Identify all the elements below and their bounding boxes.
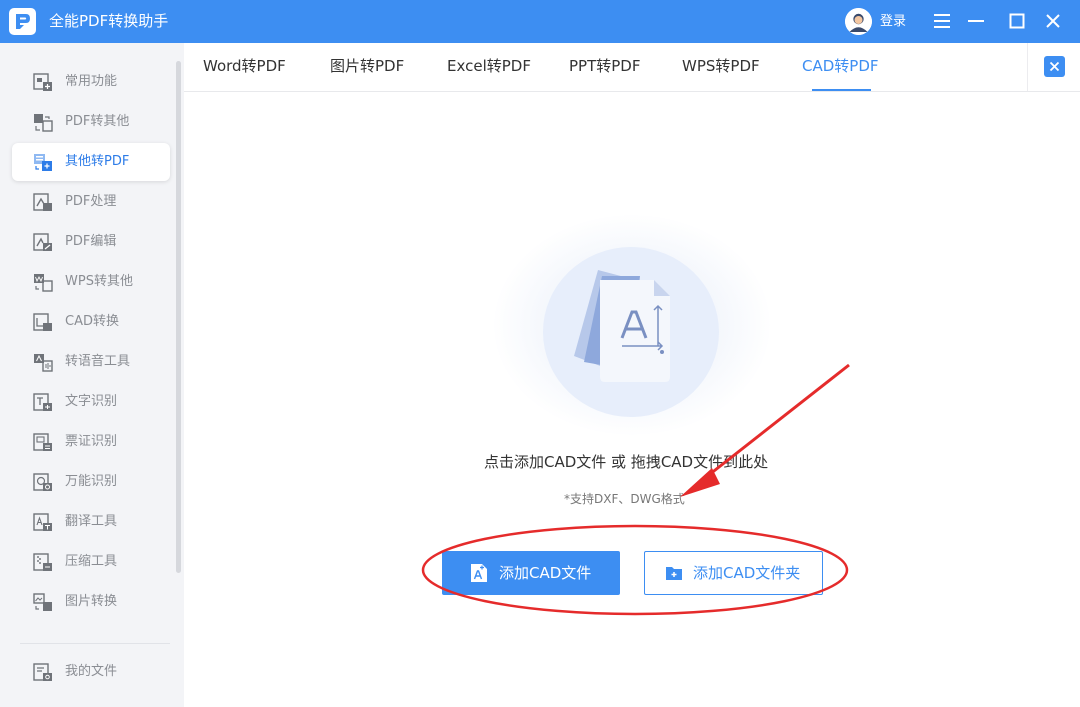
sidebar-item-label: 万能识别: [65, 474, 118, 489]
sidebar-item-label: 其他转PDF: [65, 154, 130, 169]
minimize-icon[interactable]: [962, 7, 990, 35]
tab-ppt-to-pdf[interactable]: PPT转PDF: [569, 56, 640, 76]
maximize-icon[interactable]: [1003, 7, 1031, 35]
tab-cad-to-pdf[interactable]: CAD转PDF: [802, 56, 879, 76]
add-cad-folder-label: 添加CAD文件夹: [693, 564, 801, 582]
sidebar-item-pdf-edit[interactable]: PDF编辑: [12, 223, 170, 261]
sidebar-item-compress[interactable]: 压缩工具: [12, 543, 170, 581]
sidebar-item-text-recognition[interactable]: 文字识别: [12, 383, 170, 421]
wps-convert-icon: [34, 274, 53, 292]
dropzone-hint: 点击添加CAD文件 或 拖拽CAD文件到此处: [484, 453, 769, 471]
sidebar-item-label: WPS转其他: [65, 274, 133, 289]
add-folder-icon: [666, 567, 682, 580]
add-cad-file-label: 添加CAD文件: [499, 564, 592, 582]
close-icon[interactable]: [1039, 7, 1067, 35]
sidebar-item-label: 票证识别: [65, 434, 118, 449]
cad-convert-icon: [33, 313, 52, 331]
text-to-speech-icon: [34, 354, 53, 372]
login-link[interactable]: 登录: [880, 12, 906, 32]
add-cad-file-button[interactable]: 添加CAD文件: [442, 551, 620, 595]
app-logo-icon: [9, 8, 36, 35]
title-bar: 全能PDF转换助手 登录: [0, 0, 1080, 43]
tab-bar: Word转PDF 图片转PDF Excel转PDF PPT转PDF WPS转PD…: [184, 43, 1080, 92]
compress-icon: [33, 553, 52, 571]
menu-icon[interactable]: [928, 7, 956, 35]
annotation-arrow-head: [680, 468, 720, 497]
sidebar-item-label: 压缩工具: [65, 554, 118, 569]
sidebar-item-label: CAD转换: [65, 314, 119, 329]
sidebar-item-common-functions[interactable]: 常用功能: [12, 63, 170, 101]
sidebar-item-translate[interactable]: 翻译工具: [12, 503, 170, 541]
sidebar-item-other-to-pdf[interactable]: 其他转PDF: [12, 143, 170, 181]
close-panel-icon[interactable]: [1044, 56, 1065, 77]
cad-document-illustration-icon: [574, 270, 670, 382]
sidebar-item-text-to-speech[interactable]: 转语音工具: [12, 343, 170, 381]
sidebar-item-label: 文字识别: [65, 394, 118, 409]
pdf-edit-icon: [33, 233, 52, 251]
text-recognition-icon: [33, 393, 52, 411]
add-cad-folder-button[interactable]: 添加CAD文件夹: [644, 551, 823, 595]
sidebar-item-label: 常用功能: [65, 74, 118, 89]
sidebar-item-label: PDF编辑: [65, 234, 117, 249]
pdf-process-icon: [33, 193, 52, 211]
other-to-pdf-icon: [34, 154, 52, 171]
sidebar-item-label: PDF转其他: [65, 114, 130, 129]
sidebar-item-label: 我的文件: [65, 664, 118, 679]
sidebar-divider: [20, 643, 170, 644]
sidebar-item-label: 翻译工具: [65, 514, 118, 529]
tab-word-to-pdf[interactable]: Word转PDF: [203, 56, 286, 76]
ticket-recognition-icon: [33, 433, 52, 451]
sidebar-item-pdf-to-other[interactable]: PDF转其他: [12, 103, 170, 141]
sidebar-item-cad-convert[interactable]: CAD转换: [12, 303, 170, 341]
add-file-icon: [471, 564, 487, 582]
common-functions-icon: [33, 73, 52, 91]
pdf-to-other-icon: [34, 114, 53, 132]
sidebar-item-my-files[interactable]: 我的文件: [12, 653, 170, 691]
sidebar-item-label: 转语音工具: [65, 354, 131, 369]
my-files-icon: [33, 663, 52, 681]
tab-wps-to-pdf[interactable]: WPS转PDF: [682, 56, 760, 76]
sidebar-item-label: 图片转换: [65, 594, 118, 609]
sidebar-item-ticket-recognition[interactable]: 票证识别: [12, 423, 170, 461]
supported-formats-hint: *支持DXF、DWG格式: [564, 492, 685, 506]
sidebar-scrollbar[interactable]: [176, 61, 181, 573]
sidebar-item-image-convert[interactable]: 图片转换: [12, 583, 170, 621]
sidebar-item-label: PDF处理: [65, 194, 117, 209]
tabs-divider: [1027, 43, 1028, 91]
sidebar-item-universal-recognition[interactable]: 万能识别: [12, 463, 170, 501]
user-avatar-icon[interactable]: [845, 8, 872, 35]
active-tab-indicator: [812, 89, 871, 91]
sidebar-item-wps-convert[interactable]: WPS转其他: [12, 263, 170, 301]
tab-image-to-pdf[interactable]: 图片转PDF: [330, 56, 404, 76]
universal-recognition-icon: [33, 473, 52, 491]
sidebar: 常用功能 PDF转其他 其他转PDF PDF处理 PDF编辑 WPS转其他 CA…: [0, 43, 184, 707]
image-convert-icon: [33, 593, 52, 611]
translate-icon: [33, 513, 52, 531]
app-title: 全能PDF转换助手: [49, 12, 169, 30]
sidebar-item-pdf-process[interactable]: PDF处理: [12, 183, 170, 221]
tab-excel-to-pdf[interactable]: Excel转PDF: [447, 56, 531, 76]
